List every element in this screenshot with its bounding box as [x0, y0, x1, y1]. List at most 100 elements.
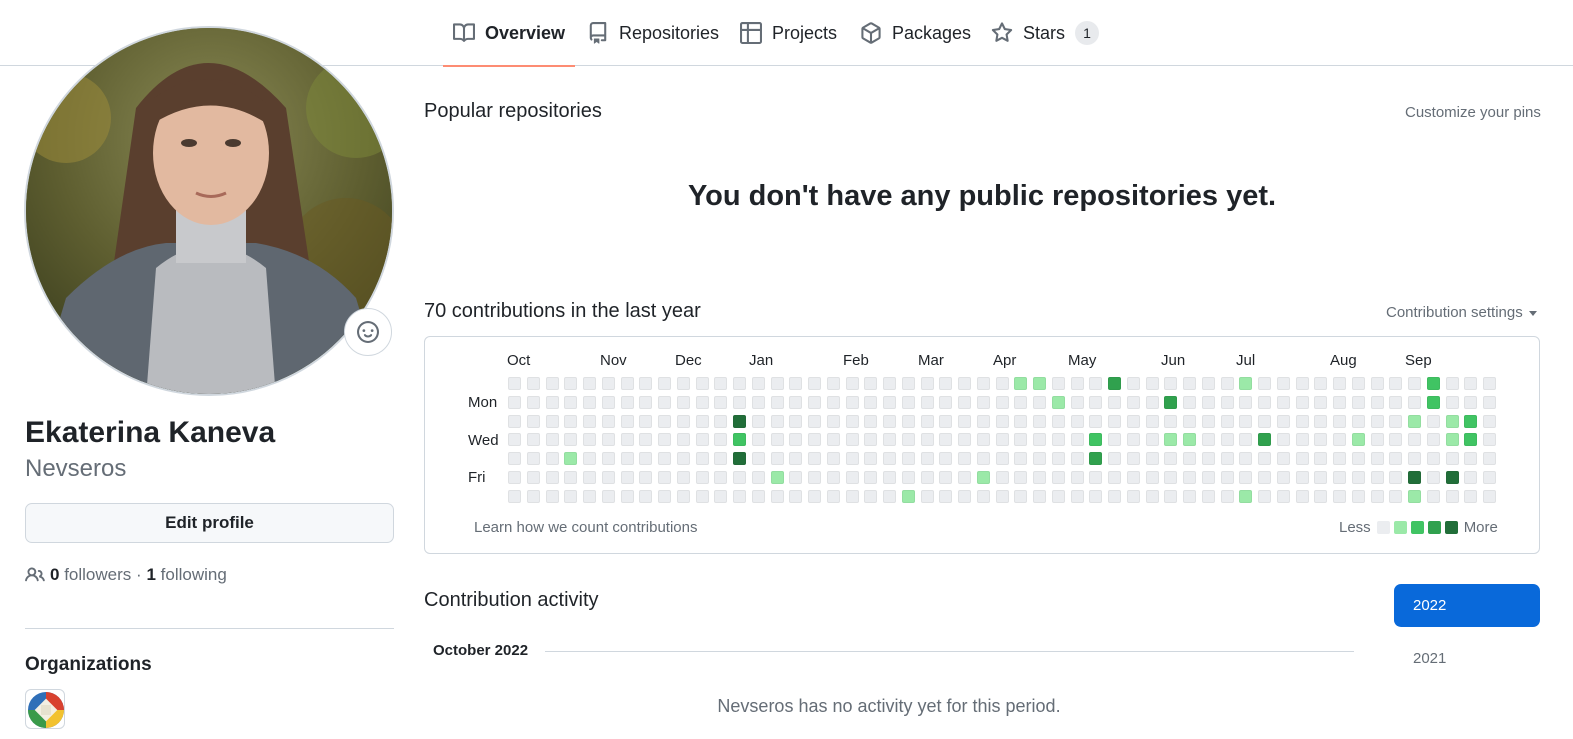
contribution-day-cell[interactable] — [1089, 433, 1102, 446]
following-link[interactable]: 1 following — [146, 565, 226, 585]
contribution-day-cell[interactable] — [1221, 415, 1234, 428]
contribution-day-cell[interactable] — [808, 433, 821, 446]
contribution-day-cell[interactable] — [527, 415, 540, 428]
contribution-day-cell[interactable] — [771, 452, 784, 465]
contribution-day-cell[interactable] — [789, 490, 802, 503]
contribution-day-cell[interactable] — [1408, 452, 1421, 465]
contribution-day-cell[interactable] — [1389, 433, 1402, 446]
contribution-day-cell[interactable] — [583, 433, 596, 446]
contribution-day-cell[interactable] — [621, 433, 634, 446]
contribution-day-cell[interactable] — [1446, 490, 1459, 503]
contribution-day-cell[interactable] — [583, 471, 596, 484]
contribution-day-cell[interactable] — [508, 433, 521, 446]
contribution-day-cell[interactable] — [752, 452, 765, 465]
contribution-day-cell[interactable] — [902, 490, 915, 503]
contribution-day-cell[interactable] — [1427, 452, 1440, 465]
contribution-day-cell[interactable] — [864, 415, 877, 428]
contribution-day-cell[interactable] — [714, 490, 727, 503]
contribution-day-cell[interactable] — [1333, 471, 1346, 484]
contribution-day-cell[interactable] — [996, 490, 1009, 503]
contribution-day-cell[interactable] — [1164, 471, 1177, 484]
contribution-day-cell[interactable] — [846, 377, 859, 390]
contribution-day-cell[interactable] — [639, 415, 652, 428]
learn-contributions-link[interactable]: Learn how we count contributions — [474, 519, 697, 536]
contribution-day-cell[interactable] — [564, 396, 577, 409]
contribution-day-cell[interactable] — [1296, 471, 1309, 484]
contribution-day-cell[interactable] — [621, 452, 634, 465]
contribution-day-cell[interactable] — [902, 396, 915, 409]
contribution-day-cell[interactable] — [546, 471, 559, 484]
contribution-day-cell[interactable] — [621, 471, 634, 484]
contribution-day-cell[interactable] — [564, 433, 577, 446]
contribution-day-cell[interactable] — [1371, 452, 1384, 465]
contribution-day-cell[interactable] — [1014, 490, 1027, 503]
contribution-day-cell[interactable] — [1464, 452, 1477, 465]
contribution-day-cell[interactable] — [921, 452, 934, 465]
contribution-day-cell[interactable] — [996, 433, 1009, 446]
contribution-day-cell[interactable] — [1183, 396, 1196, 409]
contribution-day-cell[interactable] — [977, 415, 990, 428]
contribution-day-cell[interactable] — [1314, 452, 1327, 465]
contribution-day-cell[interactable] — [508, 471, 521, 484]
contribution-day-cell[interactable] — [1127, 452, 1140, 465]
contribution-day-cell[interactable] — [658, 433, 671, 446]
contribution-day-cell[interactable] — [546, 377, 559, 390]
contribution-day-cell[interactable] — [996, 415, 1009, 428]
contribution-day-cell[interactable] — [1033, 415, 1046, 428]
contribution-day-cell[interactable] — [883, 396, 896, 409]
contribution-day-cell[interactable] — [1277, 452, 1290, 465]
contribution-day-cell[interactable] — [808, 396, 821, 409]
contribution-day-cell[interactable] — [827, 433, 840, 446]
contribution-day-cell[interactable] — [1033, 396, 1046, 409]
contribution-day-cell[interactable] — [1408, 377, 1421, 390]
contribution-day-cell[interactable] — [1033, 452, 1046, 465]
contribution-day-cell[interactable] — [1352, 377, 1365, 390]
tab-packages[interactable]: Packages — [860, 0, 971, 66]
contribution-day-cell[interactable] — [602, 452, 615, 465]
contribution-day-cell[interactable] — [1071, 377, 1084, 390]
contribution-day-cell[interactable] — [1408, 490, 1421, 503]
contribution-day-cell[interactable] — [1146, 396, 1159, 409]
contribution-day-cell[interactable] — [846, 433, 859, 446]
contribution-day-cell[interactable] — [1108, 396, 1121, 409]
contribution-day-cell[interactable] — [752, 490, 765, 503]
contribution-day-cell[interactable] — [1202, 452, 1215, 465]
contribution-day-cell[interactable] — [1127, 396, 1140, 409]
contribution-day-cell[interactable] — [921, 377, 934, 390]
contribution-day-cell[interactable] — [1164, 396, 1177, 409]
contribution-day-cell[interactable] — [714, 452, 727, 465]
contribution-day-cell[interactable] — [1408, 433, 1421, 446]
year-2022-button[interactable]: 2022 — [1394, 584, 1540, 627]
contribution-day-cell[interactable] — [1202, 433, 1215, 446]
contribution-day-cell[interactable] — [939, 471, 952, 484]
contribution-day-cell[interactable] — [1464, 415, 1477, 428]
contribution-day-cell[interactable] — [677, 452, 690, 465]
contribution-day-cell[interactable] — [1483, 377, 1496, 390]
contribution-day-cell[interactable] — [696, 471, 709, 484]
contribution-day-cell[interactable] — [1296, 415, 1309, 428]
contribution-day-cell[interactable] — [1352, 452, 1365, 465]
contribution-day-cell[interactable] — [939, 433, 952, 446]
contribution-day-cell[interactable] — [1239, 452, 1252, 465]
avatar[interactable] — [24, 26, 394, 396]
contribution-day-cell[interactable] — [1277, 396, 1290, 409]
contribution-day-cell[interactable] — [1239, 396, 1252, 409]
contribution-day-cell[interactable] — [733, 377, 746, 390]
contribution-day-cell[interactable] — [1052, 490, 1065, 503]
contribution-day-cell[interactable] — [677, 415, 690, 428]
contribution-day-cell[interactable] — [1258, 415, 1271, 428]
contribution-day-cell[interactable] — [789, 377, 802, 390]
contribution-day-cell[interactable] — [564, 452, 577, 465]
contribution-day-cell[interactable] — [977, 452, 990, 465]
contribution-day-cell[interactable] — [1258, 377, 1271, 390]
contribution-day-cell[interactable] — [939, 452, 952, 465]
contribution-day-cell[interactable] — [1164, 490, 1177, 503]
contribution-day-cell[interactable] — [714, 396, 727, 409]
contribution-day-cell[interactable] — [602, 433, 615, 446]
contribution-day-cell[interactable] — [771, 433, 784, 446]
contribution-day-cell[interactable] — [658, 415, 671, 428]
contribution-day-cell[interactable] — [1371, 433, 1384, 446]
contribution-day-cell[interactable] — [1483, 471, 1496, 484]
contribution-day-cell[interactable] — [1014, 396, 1027, 409]
contribution-day-cell[interactable] — [714, 415, 727, 428]
